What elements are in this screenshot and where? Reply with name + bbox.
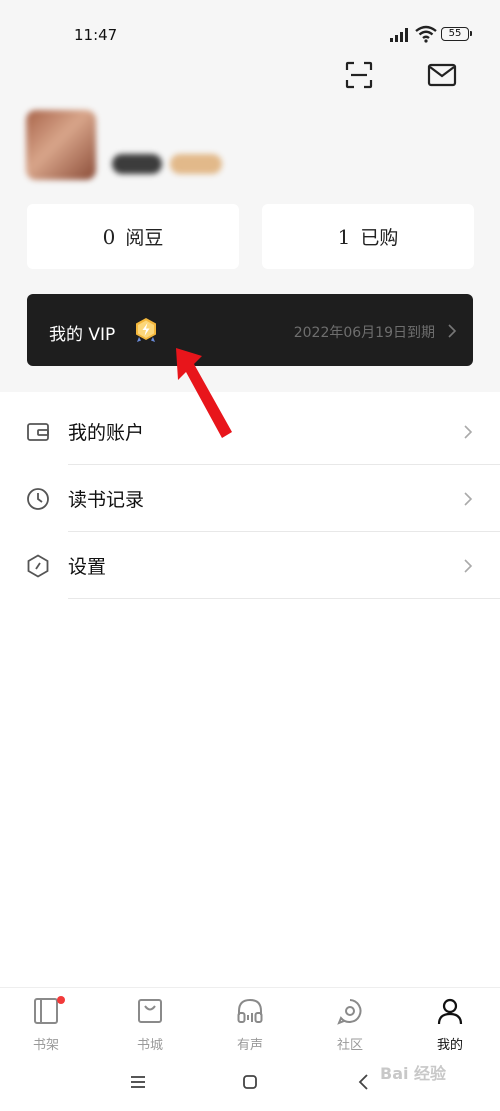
status-bar: 11:47 55 [0,0,500,60]
username-blurred [110,112,255,140]
bookshelf-icon [34,998,58,1024]
wifi-icon [415,25,437,43]
menu-item-reading-history[interactable]: 读书记录 [0,465,500,532]
scan-icon[interactable] [344,60,374,90]
chevron-right-icon [448,324,457,338]
headphones-icon [237,998,263,1023]
wallet-icon [27,423,49,441]
tab-label-bookstore: 书城 [136,1038,163,1053]
menu-item-settings[interactable]: 设置 [0,532,500,599]
person-icon [437,998,463,1025]
settings-icon [27,554,49,578]
tab-community[interactable]: 社区 [300,994,400,1053]
notification-dot [57,996,65,1004]
status-time: 11:47 [74,26,118,44]
beans-count: 0 [102,224,116,249]
beans-label: 阅豆 [125,227,164,249]
watermark: Bai 经验 [380,1064,447,1083]
avatar[interactable] [26,110,96,180]
tab-audio[interactable]: 有声 [200,994,300,1053]
tab-label-bookshelf: 书架 [32,1038,59,1053]
vip-expire-date: 2022年06月19日到期 [293,325,435,341]
divider [68,598,500,599]
shopping-bag-icon [138,999,162,1023]
menu-label-reading-history: 读书记录 [68,489,145,511]
vip-label: 我的 VIP [49,325,116,345]
stat-card-beans[interactable]: 0 阅豆 [27,204,239,269]
purchased-label: 已购 [360,227,399,249]
menu-icon[interactable] [129,1073,147,1091]
bottom-tab-bar: 书架 书城 有声 社区 我的 [0,987,500,1053]
tab-label-mine: 我的 [436,1038,463,1053]
home-icon[interactable] [241,1073,259,1091]
stat-card-purchased[interactable]: 1 已购 [262,204,474,269]
chevron-right-icon [464,425,473,439]
clock-icon [27,488,49,510]
tab-label-audio: 有声 [236,1038,263,1053]
tab-bookstore[interactable]: 书城 [100,994,200,1053]
chevron-right-icon [464,559,473,573]
purchased-count: 1 [337,224,351,249]
menu-label-account: 我的账户 [68,422,145,444]
community-icon [337,999,362,1025]
back-icon[interactable] [355,1073,373,1091]
member-badge-blurred [170,154,222,174]
battery-indicator: 55 [441,27,472,41]
tab-mine[interactable]: 我的 [400,994,500,1053]
vip-badge-icon [136,318,156,342]
tab-label-community: 社区 [336,1038,363,1053]
chevron-right-icon [464,492,473,506]
mail-icon[interactable] [427,62,457,88]
menu-label-settings: 设置 [68,556,107,578]
level-badge-blurred [112,154,162,174]
vip-banner[interactable]: 我的 VIP 2022年06月19日到期 [27,294,473,366]
menu-item-account[interactable]: 我的账户 [0,398,500,465]
tab-bookshelf[interactable]: 书架 [0,994,96,1053]
signal-icon [390,28,408,42]
